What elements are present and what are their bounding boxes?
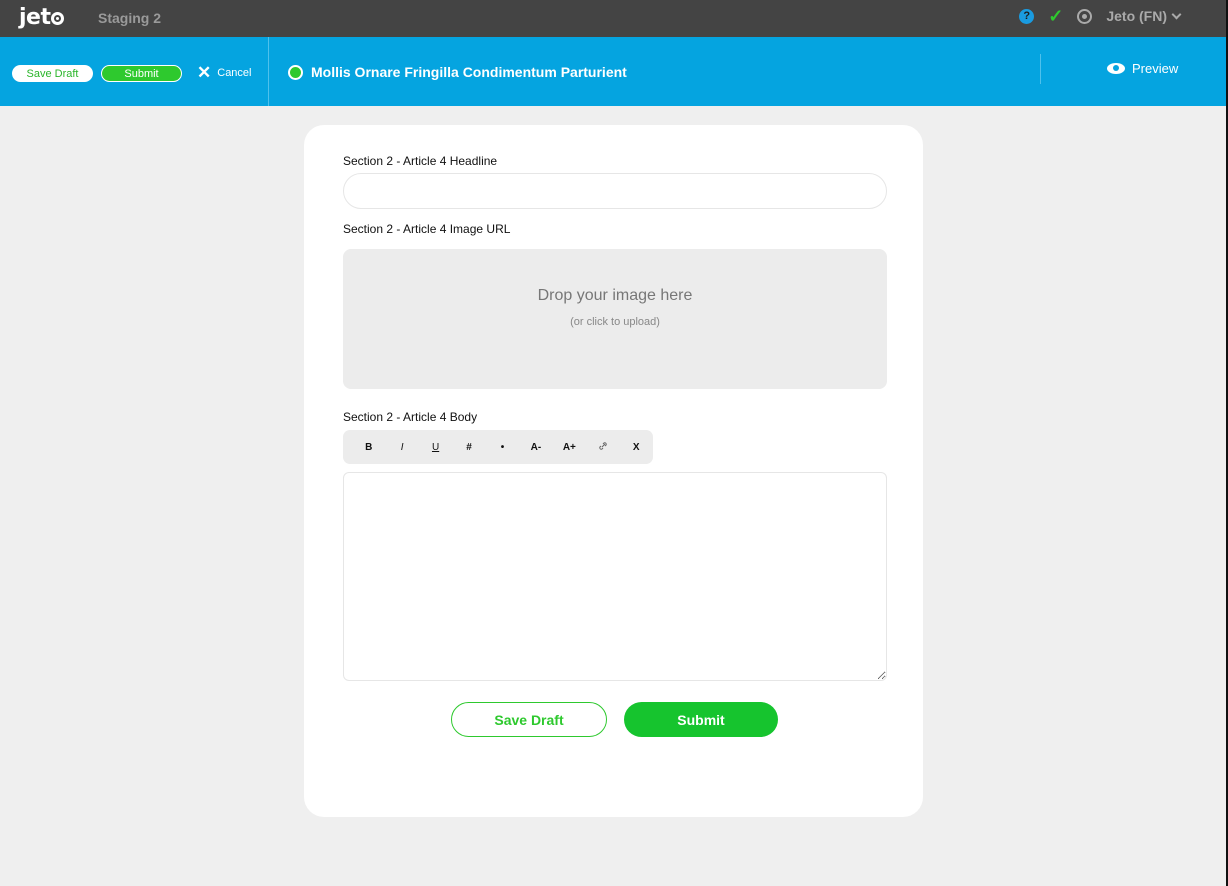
- save-draft-button-top[interactable]: Save Draft: [12, 65, 93, 82]
- close-icon: ✕: [197, 63, 212, 82]
- link-icon[interactable]: [586, 441, 619, 454]
- submit-button-top[interactable]: Submit: [101, 65, 182, 82]
- body-textarea[interactable]: [343, 472, 887, 681]
- check-icon[interactable]: ✓: [1048, 7, 1063, 25]
- bold-button[interactable]: B: [352, 442, 385, 453]
- status-dot-icon: [288, 64, 303, 80]
- environment-label[interactable]: Staging 2: [98, 10, 161, 26]
- preview-label: Preview: [1132, 61, 1179, 76]
- cancel-label: Cancel: [217, 66, 252, 79]
- rich-text-toolbar: B I U # • A- A+ X: [343, 430, 653, 464]
- decrease-font-button[interactable]: A-: [519, 442, 552, 453]
- body-label: Section 2 - Article 4 Body: [343, 410, 478, 424]
- top-bar: jet Staging 2 ? ✓ Jeto (FN): [0, 0, 1226, 37]
- help-icon[interactable]: ?: [1019, 8, 1035, 24]
- increase-font-button[interactable]: A+: [553, 442, 586, 453]
- eye-icon: [1107, 63, 1125, 74]
- divider: [1040, 54, 1041, 84]
- document-title-text: Mollis Ornare Fringilla Condimentum Part…: [311, 64, 627, 80]
- underline-button[interactable]: U: [419, 442, 452, 453]
- save-draft-button[interactable]: Save Draft: [451, 702, 607, 737]
- cancel-button[interactable]: ✕ Cancel: [197, 64, 252, 81]
- image-url-label: Section 2 - Article 4 Image URL: [343, 222, 511, 236]
- jeto-logo[interactable]: jet: [19, 5, 65, 30]
- image-dropzone[interactable]: Drop your image here (or click to upload…: [343, 249, 887, 389]
- headline-input[interactable]: [343, 173, 887, 209]
- document-title: Mollis Ornare Fringilla Condimentum Part…: [288, 64, 627, 80]
- user-name: Jeto (FN): [1106, 8, 1167, 24]
- gear-icon[interactable]: [1077, 8, 1093, 24]
- dropzone-subtext: (or click to upload): [570, 316, 660, 328]
- top-right-controls: ? ✓ Jeto (FN): [1019, 7, 1182, 25]
- action-bar: Save Draft Submit ✕ Cancel Mollis Ornare…: [0, 37, 1226, 106]
- user-menu[interactable]: Jeto (FN): [1106, 8, 1182, 24]
- italic-button[interactable]: I: [385, 442, 418, 453]
- submit-button[interactable]: Submit: [624, 702, 778, 737]
- clear-format-button[interactable]: X: [620, 442, 653, 453]
- bullet-list-button[interactable]: •: [486, 442, 519, 453]
- numbered-list-button[interactable]: #: [452, 442, 485, 453]
- divider: [268, 37, 269, 106]
- preview-button[interactable]: Preview: [1107, 61, 1178, 76]
- chevron-down-icon: [1171, 9, 1182, 19]
- form-card: Section 2 - Article 4 Headline Section 2…: [304, 125, 923, 817]
- dropzone-text: Drop your image here: [537, 287, 693, 304]
- headline-label: Section 2 - Article 4 Headline: [343, 154, 498, 168]
